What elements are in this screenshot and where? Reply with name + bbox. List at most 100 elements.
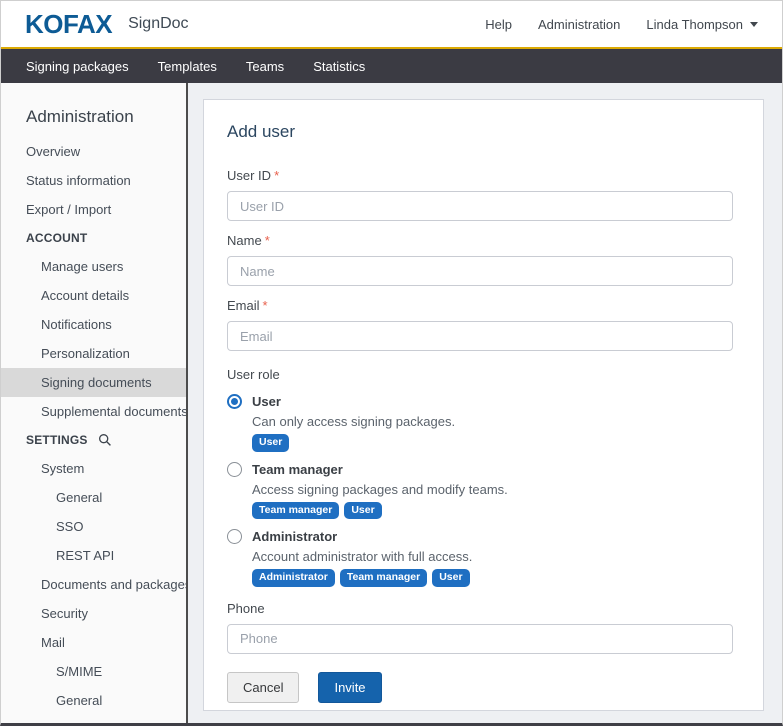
app-header: KOFAX SignDoc HelpAdministrationLinda Th…	[1, 1, 782, 47]
role-badges-user: User	[252, 434, 733, 452]
user-name: Linda Thompson	[646, 17, 743, 32]
role-badge-user: User	[252, 434, 289, 452]
role-badge-team-manager: Team manager	[252, 502, 339, 520]
sidebar-item-personalization[interactable]: Personalization	[1, 339, 186, 368]
sidebar-item-s-mime[interactable]: S/MIME	[1, 657, 186, 686]
sidebar-title: Administration	[26, 107, 186, 127]
sidebar-item-manage-users[interactable]: Manage users	[1, 252, 186, 281]
role-description-administrator: Account administrator with full access.	[252, 549, 733, 564]
phone-field-wrap: Phone	[227, 601, 733, 654]
role-badge-administrator: Administrator	[252, 569, 335, 587]
sidebar-item-documents-and-packages[interactable]: Documents and packages	[1, 570, 186, 599]
sidebar-items: Overview Status information Export / Impor…	[1, 137, 186, 723]
sidebar-item-label: System	[41, 461, 84, 476]
sidebar-item-notifications[interactable]: Notifications	[1, 310, 186, 339]
user-menu[interactable]: Linda Thompson	[646, 17, 758, 32]
nav-item-teams[interactable]: Teams	[246, 59, 284, 74]
nav-item-statistics[interactable]: Statistics	[313, 59, 365, 74]
role-badge-user: User	[344, 502, 381, 520]
sidebar-item-label: REST API	[56, 548, 114, 563]
user-role-group: User role User Can only access signing pa…	[227, 367, 733, 587]
role-radio-administrator[interactable]	[227, 529, 242, 544]
email-field: Email*	[227, 298, 733, 351]
role-option-team-manager: Team manager Access signing packages and …	[227, 462, 733, 520]
invite-button[interactable]: Invite	[318, 672, 381, 703]
role-name-administrator: Administrator	[252, 529, 337, 544]
sidebar-item-label: S/MIME	[56, 664, 102, 679]
sidebar-item-smtp[interactable]: SMTP	[1, 715, 186, 723]
sidebar-item-label: Personalization	[41, 346, 130, 361]
sidebar-item-account-details[interactable]: Account details	[1, 281, 186, 310]
sidebar-item-supplemental-documents[interactable]: Supplemental documents	[1, 397, 186, 426]
role-option-head-user[interactable]: User	[227, 394, 733, 409]
chevron-down-icon	[750, 22, 758, 27]
add-user-panel: Add user User ID*Name*Email* User role U…	[203, 99, 764, 711]
sidebar-item-label: ACCOUNT	[26, 231, 87, 245]
sidebar-item-label: SETTINGS	[26, 433, 88, 447]
sidebar: Administration Overview Status informatio…	[1, 83, 188, 723]
sidebar-item-label: Manage users	[41, 259, 123, 274]
signdoc-app: KOFAX SignDoc HelpAdministrationLinda Th…	[0, 0, 783, 726]
form-fields: User ID*Name*Email*	[227, 168, 733, 351]
sidebar-item-label: General	[56, 490, 102, 505]
sidebar-item-sso[interactable]: SSO	[1, 512, 186, 541]
role-badge-team-manager: Team manager	[340, 569, 427, 587]
sidebar-item-overview[interactable]: Overview	[1, 137, 186, 166]
name-input[interactable]	[227, 256, 733, 286]
sidebar-item-general-mail[interactable]: General	[1, 686, 186, 715]
name-label-text: Name	[227, 233, 262, 248]
main-nav: Signing packages Templates Teams Statistics	[1, 47, 782, 83]
header-link-administration[interactable]: Administration	[538, 17, 620, 32]
sidebar-item-label: Overview	[26, 144, 80, 159]
cancel-button[interactable]: Cancel	[227, 672, 299, 703]
nav-item-templates[interactable]: Templates	[158, 59, 217, 74]
sidebar-item-system[interactable]: System	[1, 454, 186, 483]
phone-input[interactable]	[227, 624, 733, 654]
sidebar-item-general[interactable]: General	[1, 483, 186, 512]
role-description-team-manager: Access signing packages and modify teams…	[252, 482, 733, 497]
sidebar-item-label: Mail	[41, 635, 65, 650]
role-radio-team-manager[interactable]	[227, 462, 242, 477]
user-role-label: User role	[227, 367, 733, 382]
kofax-logo[interactable]: KOFAX	[25, 11, 112, 37]
email-input[interactable]	[227, 321, 733, 351]
role-option-head-administrator[interactable]: Administrator	[227, 529, 733, 544]
user-role-options: User Can only access signing packages. Use…	[227, 394, 733, 587]
sidebar-item-label: Supplemental documents	[41, 404, 188, 419]
email-label-text: Email	[227, 298, 260, 313]
user-id-input[interactable]	[227, 191, 733, 221]
sidebar-item-label: SMTP	[56, 722, 92, 723]
nav-item-signing-packages[interactable]: Signing packages	[26, 59, 129, 74]
search-icon[interactable]	[98, 433, 112, 447]
sidebar-item-label: Security	[41, 606, 88, 621]
user-id-field: User ID*	[227, 168, 733, 221]
role-option-head-team-manager[interactable]: Team manager	[227, 462, 733, 477]
sidebar-section-settings: SETTINGS	[1, 426, 186, 454]
role-radio-user[interactable]	[227, 394, 242, 409]
role-badge-user: User	[432, 569, 469, 587]
sidebar-section-account: ACCOUNT	[1, 224, 186, 252]
sidebar-item-signing-documents[interactable]: Signing documents	[1, 368, 186, 397]
required-asterisk: *	[265, 233, 270, 248]
role-option-user: User Can only access signing packages. Use…	[227, 394, 733, 452]
sidebar-item-label: SSO	[56, 519, 83, 534]
name-field: Name*	[227, 233, 733, 286]
sidebar-item-label: Documents and packages	[41, 577, 188, 592]
role-name-user: User	[252, 394, 281, 409]
sidebar-item-security[interactable]: Security	[1, 599, 186, 628]
sidebar-item-export-import[interactable]: Export / Import	[1, 195, 186, 224]
user-id-label-text: User ID	[227, 168, 271, 183]
sidebar-item-label: Signing documents	[41, 375, 152, 390]
role-name-team-manager: Team manager	[252, 462, 343, 477]
content-area: Administration Overview Status informatio…	[1, 83, 782, 723]
sidebar-item-mail[interactable]: Mail	[1, 628, 186, 657]
header-link-help[interactable]: Help	[485, 17, 512, 32]
role-description-user: Can only access signing packages.	[252, 414, 733, 429]
sidebar-item-rest-api[interactable]: REST API	[1, 541, 186, 570]
sidebar-item-status-information[interactable]: Status information	[1, 166, 186, 195]
role-badges-team-manager: Team manager User	[252, 502, 733, 520]
sidebar-item-label: Status information	[26, 173, 131, 188]
form-actions: Cancel Invite	[227, 672, 733, 703]
sidebar-item-label: Notifications	[41, 317, 112, 332]
role-badges-administrator: Administrator Team manager User	[252, 569, 733, 587]
